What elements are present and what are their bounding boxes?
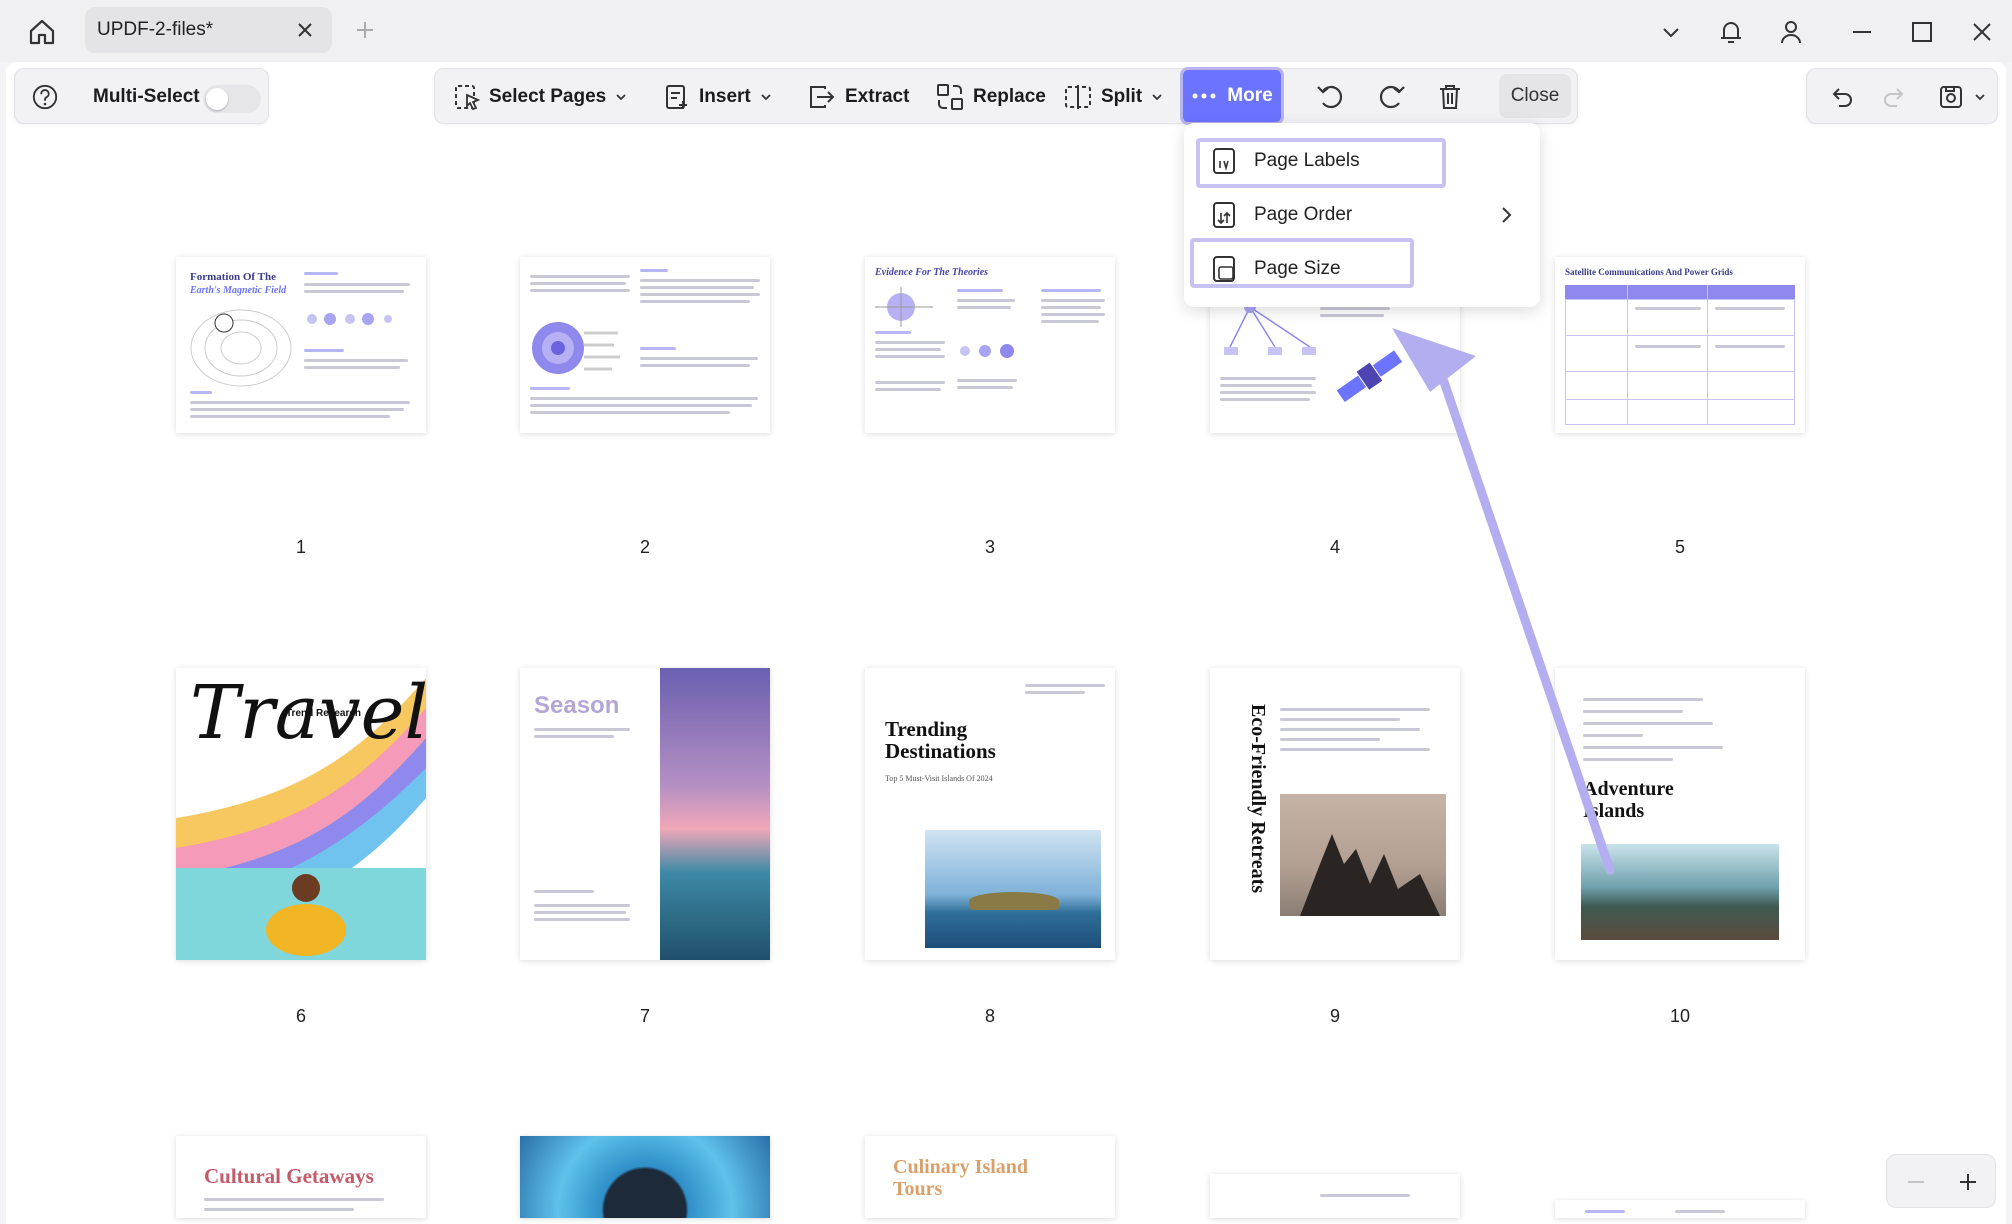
menu-item-page-labels[interactable]: Page Labels [1196,138,1530,184]
zoom-in-button[interactable] [1953,1167,1983,1197]
menu-item-label: Page Labels [1254,150,1360,171]
zoom-out-button[interactable] [1901,1167,1931,1197]
zoom-controls [1886,1154,1996,1208]
menu-item-label: Page Order [1254,204,1353,225]
page-labels-icon [1213,148,1235,174]
page-size-icon [1213,256,1235,282]
page-order-icon [1213,202,1235,228]
menu-item-page-order[interactable]: Page Order [1196,192,1530,238]
minus-icon [1908,1181,1924,1183]
menu-item-page-size[interactable]: Page Size [1196,246,1530,292]
plus-icon [1960,1174,1976,1190]
menu-item-label: Page Size [1254,258,1341,279]
annotation-arrow [1392,328,1615,875]
more-dropdown-menu: Page Labels Page Order Page Size [1184,123,1540,307]
chevron-right-icon [1502,207,1512,223]
